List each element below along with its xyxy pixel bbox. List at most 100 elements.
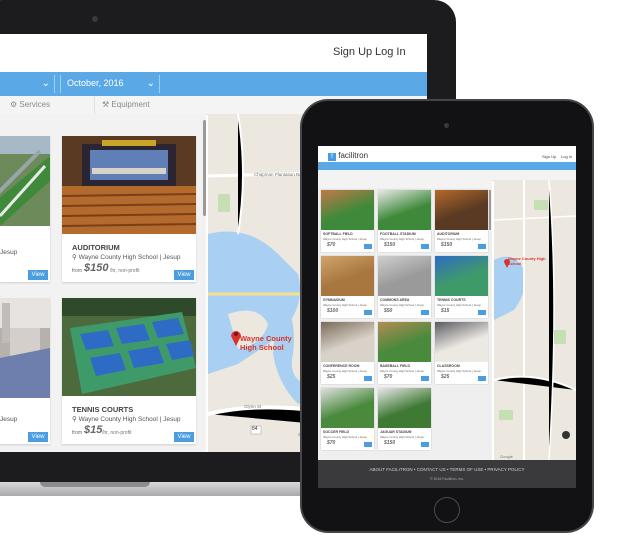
laptop-notch <box>40 482 150 487</box>
card-image <box>378 322 431 362</box>
card-location: Wayne County High School | Jesup <box>323 303 367 307</box>
card-image <box>321 256 374 296</box>
filter-divider <box>94 96 95 114</box>
card-title: JAGUAR STADIUM <box>380 430 412 434</box>
location-select[interactable]: ⌄ <box>0 75 55 93</box>
card-location: Wayne County High School | Jesup <box>380 303 424 307</box>
signup-link[interactable]: Sign Up <box>542 154 556 159</box>
list-scrollbar[interactable] <box>203 120 206 216</box>
view-button[interactable] <box>478 244 486 249</box>
card-price: $25 <box>327 374 336 380</box>
view-button[interactable] <box>478 376 486 381</box>
card-image <box>321 388 374 428</box>
road-label: Chapman Plantation Rd <box>254 172 302 177</box>
card-price: $100 <box>327 308 339 314</box>
gymnasium-image <box>0 298 50 398</box>
card-image <box>321 190 374 230</box>
facility-card[interactable]: AUDITORIUM ⚲ Wayne County High School | … <box>62 136 196 282</box>
card-title: AUDITORIUM <box>72 243 120 252</box>
card-title: TENNIS COURTS <box>437 298 466 302</box>
services-filter[interactable]: ⚙ Services <box>10 100 50 109</box>
view-button[interactable] <box>421 310 429 315</box>
view-button[interactable] <box>421 376 429 381</box>
card-image <box>435 256 488 296</box>
view-button[interactable] <box>364 244 372 249</box>
card-price: $150 <box>384 440 396 446</box>
route-shield: 84 <box>252 426 258 432</box>
card-title: SOCCER FIELD <box>323 430 350 434</box>
view-button[interactable]: View <box>174 432 194 442</box>
facility-card[interactable]: FOOTBALL STADIUM Wayne County High School… <box>378 190 431 252</box>
tablet-screen: f facilitron Sign Up Log In SOFTBALL FIE… <box>318 146 576 488</box>
tools-icon: ⚒ <box>102 100 112 109</box>
date-value: October, 2016 <box>67 78 124 88</box>
view-button[interactable] <box>421 244 429 249</box>
facility-card[interactable]: COMMONS AREA Wayne County High School | J… <box>378 256 431 318</box>
facility-card[interactable]: AUDITORIUM Wayne County High School | Jes… <box>435 190 488 252</box>
view-button[interactable] <box>364 442 372 447</box>
gear-icon: ⚙ <box>10 100 20 109</box>
footer-link-about[interactable]: ABOUT FACILITRON <box>369 467 412 472</box>
card-image <box>378 256 431 296</box>
logo-icon: f <box>328 153 336 161</box>
auditorium-image <box>62 136 196 234</box>
login-link[interactable]: Log In <box>561 154 572 159</box>
facility-card[interactable]: TENNIS COURTS Wayne County High School | … <box>435 256 488 318</box>
facility-card[interactable]: Jesup View <box>0 298 50 444</box>
facility-card[interactable]: CONFERENCE ROOM Wayne County High School … <box>321 322 374 384</box>
card-title: TENNIS COURTS <box>72 405 134 414</box>
footer-link-terms[interactable]: TERMS OF USE <box>450 467 484 472</box>
card-price: $70 <box>327 242 336 248</box>
facility-card[interactable]: BASEBALL FIELD Wayne County High School |… <box>378 322 431 384</box>
card-image <box>378 190 431 230</box>
search-bar <box>318 162 576 170</box>
sort-bar <box>318 180 492 188</box>
footer-link-privacy[interactable]: PRIVACY POLICY <box>487 467 524 472</box>
list-scrollbar[interactable] <box>489 190 491 230</box>
tennis-courts-image <box>62 298 196 396</box>
login-link[interactable]: Log In <box>375 46 406 58</box>
view-button[interactable]: View <box>174 270 194 280</box>
card-location: ⚲ Wayne County High School | Jesup <box>72 415 180 423</box>
card-location: Wayne County High School | Jesup <box>380 237 424 241</box>
map-panel[interactable] <box>494 180 576 460</box>
signup-link[interactable]: Sign Up <box>333 46 372 58</box>
equipment-filter[interactable]: ⚒ Equipment <box>102 100 150 109</box>
facility-card[interactable]: TENNIS COURTS ⚲ Wayne County High School… <box>62 298 196 444</box>
card-title: BASEBALL FIELD <box>380 364 411 368</box>
map-pin-label-line1: Wayne County <box>240 334 292 343</box>
card-location-text: Wayne County High School | Jesup <box>78 254 181 261</box>
card-location: Wayne County High School | Jesup <box>437 237 481 241</box>
card-price: $50 <box>384 308 393 314</box>
view-button[interactable]: View <box>28 270 48 280</box>
card-price-note: /hr, non-profit <box>102 430 132 436</box>
facility-card[interactable]: SOCCER FIELD Wayne County High School | J… <box>321 388 374 450</box>
view-button[interactable] <box>421 442 429 447</box>
brand-logo[interactable]: f facilitron <box>328 151 368 161</box>
card-location: Jesup <box>0 249 18 256</box>
laptop-camera <box>92 16 98 22</box>
facility-card[interactable]: CLASSROOM Wayne County High School | Jesu… <box>435 322 488 384</box>
card-image <box>435 322 488 362</box>
card-price: $150 <box>384 242 396 248</box>
facility-card[interactable]: SOFTBALL FIELD Wayne County High School |… <box>321 190 374 252</box>
card-location-text: Wayne County High School | Jesup <box>78 416 181 423</box>
map-control[interactable] <box>562 431 570 439</box>
facility-card[interactable]: GYMNASIUM Wayne County High School | Jesu… <box>321 256 374 318</box>
view-button[interactable] <box>364 310 372 315</box>
date-select[interactable]: October, 2016 ⌄ <box>60 75 160 93</box>
view-button[interactable] <box>364 376 372 381</box>
view-button[interactable] <box>478 310 486 315</box>
card-price: $25 <box>441 374 450 380</box>
view-button[interactable]: View <box>28 432 48 442</box>
card-location: Wayne County High School | Jesup <box>380 435 424 439</box>
card-location: Wayne County High School | Jesup <box>380 369 424 373</box>
chevron-down-icon: ⌄ <box>146 78 155 89</box>
card-price: $150 <box>84 262 109 274</box>
tablet-home-button <box>434 497 460 523</box>
facility-card[interactable]: Jesup View <box>0 136 50 282</box>
map-pin-label-line2: High School <box>240 343 284 352</box>
footer-link-contact[interactable]: CONTACT US <box>417 467 446 472</box>
card-title: SOFTBALL FIELD <box>323 232 353 236</box>
facility-card[interactable]: JAGUAR STADIUM Wayne County High School |… <box>378 388 431 450</box>
